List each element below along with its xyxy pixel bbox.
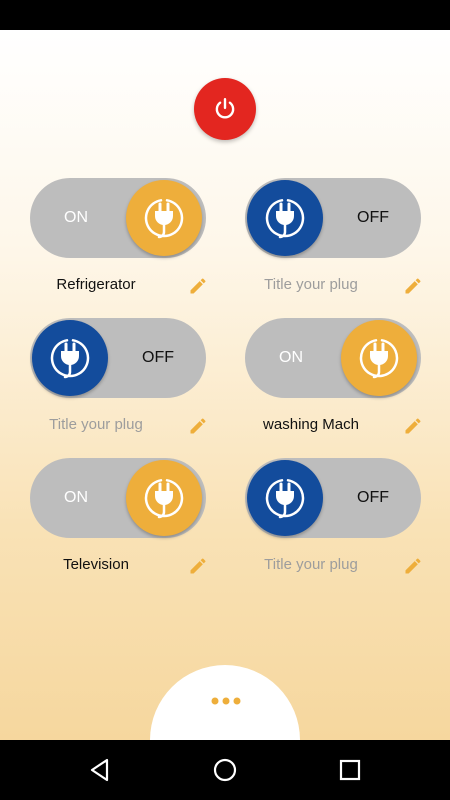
plug-state-label: OFF <box>357 489 389 506</box>
plug-knob <box>341 320 417 396</box>
plug-title-5[interactable]: Television <box>30 556 162 573</box>
plug-icon <box>144 199 184 239</box>
plug-state-label: ON <box>279 349 303 366</box>
plug-title-2[interactable]: Title your plug <box>245 276 377 293</box>
master-power-button[interactable] <box>194 78 256 140</box>
plug-card-2: OFF Title your plug <box>245 178 421 298</box>
power-icon <box>215 98 235 119</box>
plug-icon <box>265 199 305 239</box>
plug-card-6: OFF Title your plug <box>245 458 421 578</box>
plug-knob <box>126 460 202 536</box>
plug-icon <box>50 339 90 379</box>
app-screen: ON Refrigerator OFF Title your plug OFF … <box>0 30 450 740</box>
pencil-icon[interactable] <box>403 556 423 576</box>
pencil-icon[interactable] <box>188 416 208 436</box>
plug-card-4: ON washing Mach <box>245 318 421 438</box>
status-bar <box>0 0 450 30</box>
more-dots-icon <box>211 697 241 705</box>
home-circle-icon[interactable] <box>210 755 240 785</box>
plug-title-4[interactable]: washing Mach <box>245 416 377 433</box>
plug-state-label: ON <box>64 209 88 226</box>
plug-state-label: OFF <box>357 209 389 226</box>
plug-card-5: ON Television <box>30 458 206 578</box>
plug-switch-1[interactable]: ON <box>30 178 206 258</box>
plug-card-3: OFF Title your plug <box>30 318 206 438</box>
plug-title-6[interactable]: Title your plug <box>245 556 377 573</box>
pencil-icon[interactable] <box>188 556 208 576</box>
plug-card-1: ON Refrigerator <box>30 178 206 298</box>
plug-knob <box>126 180 202 256</box>
recents-square-icon[interactable] <box>335 755 365 785</box>
system-nav-bar <box>0 740 450 800</box>
plug-title-1[interactable]: Refrigerator <box>30 276 162 293</box>
plug-state-label: ON <box>64 489 88 506</box>
plug-switch-2[interactable]: OFF <box>245 178 421 258</box>
pencil-icon[interactable] <box>188 276 208 296</box>
plug-switch-6[interactable]: OFF <box>245 458 421 538</box>
plug-icon <box>359 339 399 379</box>
plug-icon <box>144 479 184 519</box>
back-triangle-icon[interactable] <box>85 755 115 785</box>
plug-knob <box>32 320 108 396</box>
plug-state-label: OFF <box>142 349 174 366</box>
plug-switch-5[interactable]: ON <box>30 458 206 538</box>
pencil-icon[interactable] <box>403 276 423 296</box>
pencil-icon[interactable] <box>403 416 423 436</box>
plug-icon <box>265 479 305 519</box>
plug-title-3[interactable]: Title your plug <box>30 416 162 433</box>
plug-knob <box>247 180 323 256</box>
plug-switch-4[interactable]: ON <box>245 318 421 398</box>
more-menu-button[interactable] <box>150 665 300 740</box>
plug-switch-3[interactable]: OFF <box>30 318 206 398</box>
plug-knob <box>247 460 323 536</box>
